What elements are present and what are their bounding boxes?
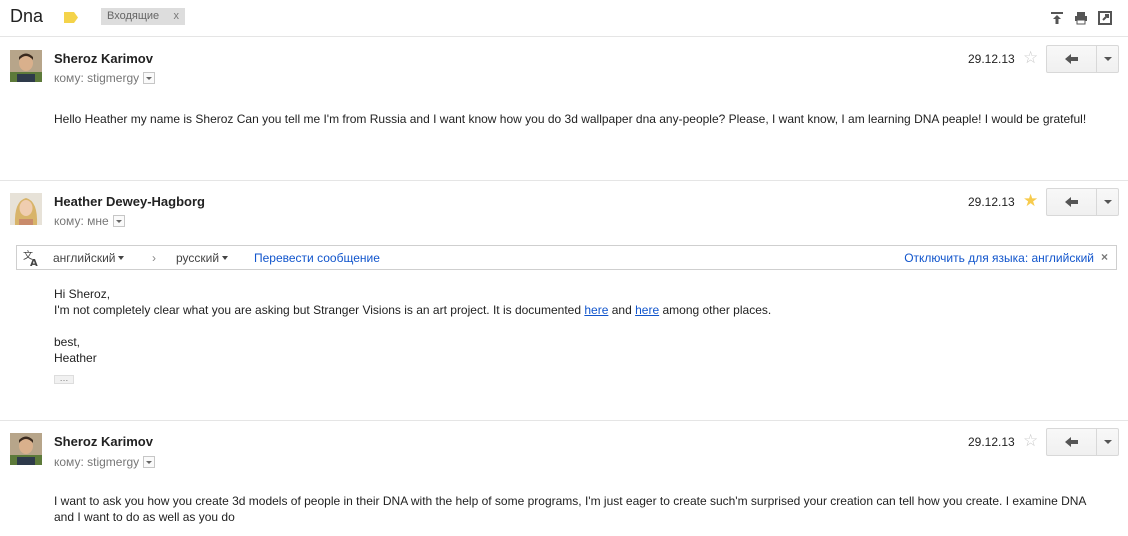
sender-name[interactable]: Sheroz Karimov: [54, 434, 153, 449]
label-tag-icon[interactable]: [64, 12, 78, 23]
message-divider: [0, 420, 1128, 421]
signoff-line: best,: [54, 335, 81, 349]
message-body: Hello Heather my name is Sheroz Can you …: [54, 111, 1109, 127]
more-actions-button[interactable]: [1096, 189, 1119, 215]
recipient-text: кому: мне: [54, 214, 109, 228]
body-paragraph: Hello Heather my name is Sheroz Can you …: [54, 112, 1087, 126]
sender-avatar: [10, 193, 42, 225]
recipient-line: кому: stigmergy: [54, 71, 156, 85]
disable-translation-link[interactable]: Отключить для языка: английский: [904, 251, 1094, 265]
body-paragraph: I'm not completely clear what you are as…: [54, 302, 1114, 318]
star-icon[interactable]: ☆: [1023, 432, 1038, 449]
greeting-line: Hi Sheroz,: [54, 287, 111, 301]
documentation-link-2[interactable]: here: [635, 303, 659, 317]
reply-icon: [1065, 437, 1078, 447]
sender-name[interactable]: Heather Dewey-Hagborg: [54, 194, 205, 209]
thread-header: Dna Входящие x: [0, 0, 1128, 37]
target-language-text: русский: [176, 251, 220, 265]
target-language-select[interactable]: русский: [176, 251, 229, 265]
reply-button[interactable]: [1047, 429, 1096, 455]
gmail-thread-view: Dna Входящие x Sheroz Karimov кому: stig…: [0, 0, 1128, 536]
open-new-window-icon[interactable]: [1098, 11, 1112, 25]
show-quoted-text-button[interactable]: …: [54, 374, 74, 384]
recipient-text: кому: stigmergy: [54, 455, 140, 469]
star-icon[interactable]: ★: [1023, 192, 1038, 209]
expand-all-icon[interactable]: [1050, 11, 1064, 25]
message-date[interactable]: 29.12.13: [968, 435, 1015, 449]
print-icon[interactable]: [1074, 11, 1088, 25]
body-text-before: I'm not completely clear what you are as…: [54, 303, 581, 317]
message-body: I want to ask you how you create 3d mode…: [54, 493, 1109, 525]
message-date[interactable]: 29.12.13: [968, 195, 1015, 209]
recipient-details-dropdown[interactable]: [143, 72, 156, 84]
chevron-down-icon: [118, 256, 125, 260]
reply-button[interactable]: [1047, 46, 1096, 72]
documentation-link-1[interactable]: here: [584, 303, 608, 317]
reply-icon: [1065, 54, 1078, 64]
message-body: Hi Sheroz, I'm not completely clear what…: [54, 286, 1114, 366]
remove-label-button[interactable]: x: [174, 8, 180, 25]
thread-subject: Dna: [10, 6, 44, 26]
inbox-label-chip[interactable]: Входящие x: [101, 8, 185, 25]
source-language-select[interactable]: английский: [53, 251, 125, 265]
sender-avatar: [10, 433, 42, 465]
recipient-line: кому: мне: [54, 214, 125, 228]
recipient-details-dropdown[interactable]: [143, 456, 156, 468]
reply-button-group: [1046, 188, 1119, 216]
reply-button-group: [1046, 428, 1119, 456]
signature-name: Heather: [54, 351, 97, 365]
more-actions-button[interactable]: [1096, 429, 1119, 455]
body-text-after: among other places.: [662, 303, 772, 317]
body-paragraph: I want to ask you how you create 3d mode…: [54, 494, 1086, 524]
message-divider: [0, 180, 1128, 181]
translate-icon: 文 A: [23, 249, 38, 267]
more-actions-button[interactable]: [1096, 46, 1119, 72]
translate-bar: 文 A английский › русский Перевести сообщ…: [16, 245, 1117, 270]
sender-name[interactable]: Sheroz Karimov: [54, 51, 153, 66]
chevron-down-icon: [222, 256, 229, 260]
recipient-line: кому: stigmergy: [54, 455, 156, 469]
recipient-text: кому: stigmergy: [54, 71, 140, 85]
close-icon[interactable]: ×: [1101, 250, 1108, 264]
message-date[interactable]: 29.12.13: [968, 52, 1015, 66]
recipient-details-dropdown[interactable]: [112, 215, 125, 227]
reply-button-group: [1046, 45, 1119, 73]
star-icon[interactable]: ☆: [1023, 49, 1038, 66]
reply-icon: [1065, 197, 1078, 207]
inbox-label-text: Входящие: [107, 10, 160, 22]
body-text-between: and: [611, 303, 632, 317]
translate-message-link[interactable]: Перевести сообщение: [254, 251, 380, 265]
sender-avatar: [10, 50, 42, 82]
reply-button[interactable]: [1047, 189, 1096, 215]
chevron-right-icon: ›: [152, 251, 156, 265]
svg-text:A: A: [30, 258, 38, 267]
source-language-text: английский: [53, 251, 116, 265]
